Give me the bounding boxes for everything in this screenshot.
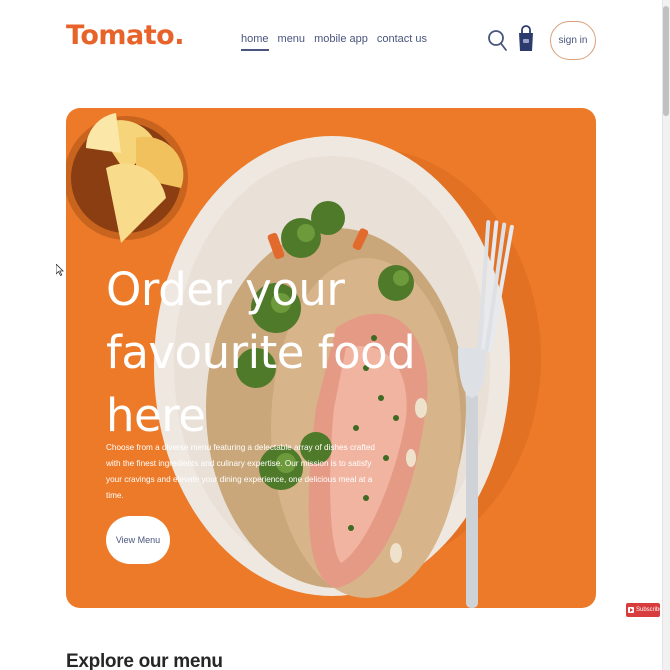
play-icon (628, 607, 634, 613)
sign-in-button[interactable]: sign in (550, 21, 596, 60)
basket-icon[interactable] (517, 25, 535, 53)
hero-banner: Order your favourite food here Choose fr… (66, 108, 596, 608)
hero-heading-line-1: Order your (106, 263, 345, 316)
navbar: Tomato. home menu mobile app contact us … (0, 0, 670, 80)
hero-heading: Order your favourite food here (106, 258, 436, 447)
logo[interactable]: Tomato. (66, 20, 184, 51)
subscribe-badge[interactable]: Subscribe (626, 603, 663, 617)
nav-link-mobile-app[interactable]: mobile app (314, 33, 368, 51)
hero-description: Choose from a diverse menu featuring a d… (106, 443, 375, 500)
search-icon[interactable] (486, 27, 508, 53)
scrollbar-thumb[interactable] (663, 6, 669, 116)
explore-menu-heading: Explore our menu (66, 651, 223, 670)
nav-link-contact-us[interactable]: contact us (377, 33, 427, 51)
mouse-cursor-icon (56, 264, 64, 276)
view-menu-button[interactable]: View Menu (106, 516, 170, 564)
hero-heading-line-2: favourite food here (106, 326, 416, 442)
page-scrollbar[interactable] (662, 0, 670, 670)
nav-link-home[interactable]: home (241, 33, 269, 51)
nav-link-menu[interactable]: menu (278, 33, 306, 51)
lemon-bowl (66, 113, 188, 243)
subscribe-label: Subscribe (636, 607, 663, 613)
nav-links: home menu mobile app contact us (241, 33, 427, 51)
